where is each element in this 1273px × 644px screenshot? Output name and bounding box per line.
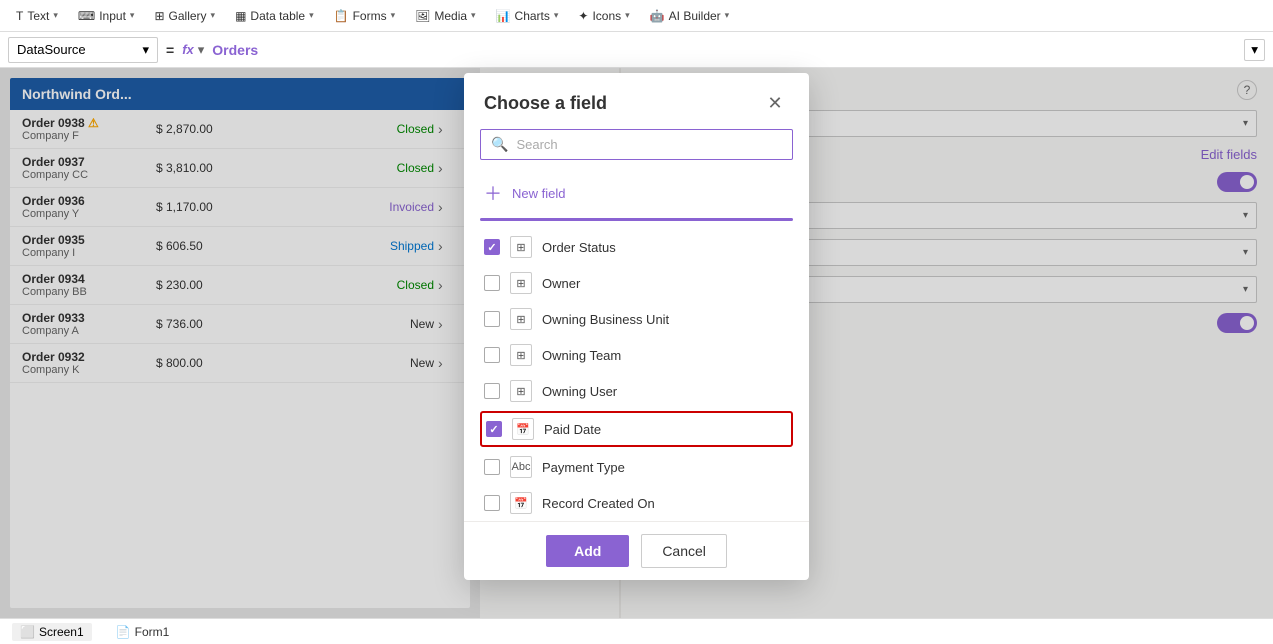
aibuilder-caret: ▾ — [725, 10, 730, 21]
toolbar: T Text ▾ ⌨ Input ▾ ⊞ Gallery ▾ ▦ Data ta… — [0, 0, 1273, 32]
choose-field-modal: Choose a field ✕ 🔍 ＋ New field ⊞ Order S… — [464, 73, 809, 580]
type-icon-owning-user: ⊞ — [510, 380, 532, 402]
field-item-owning-business-unit[interactable]: ⊞ Owning Business Unit — [480, 301, 793, 337]
modal-close-button[interactable]: ✕ — [761, 89, 789, 117]
modal-title: Choose a field — [484, 93, 607, 114]
gallery-caret: ▾ — [211, 10, 216, 21]
toolbar-media[interactable]: 🖼 Media ▾ — [407, 5, 483, 27]
checkbox-record-created-on[interactable] — [484, 495, 500, 511]
modal-footer: Add Cancel — [464, 521, 809, 580]
field-name-owning-business-unit: Owning Business Unit — [542, 312, 789, 327]
formula-expand-button[interactable]: ▾ — [1244, 39, 1265, 61]
checkbox-owner[interactable] — [484, 275, 500, 291]
plus-circle-icon: ＋ — [484, 180, 502, 206]
gallery-icon: ⊞ — [154, 9, 164, 23]
field-name-paid-date: Paid Date — [544, 422, 787, 437]
datasource-caret-icon: ▾ — [142, 42, 149, 58]
toolbar-gallery[interactable]: ⊞ Gallery ▾ — [146, 5, 223, 27]
toolbar-icons[interactable]: ✦ Icons ▾ — [570, 5, 637, 27]
field-item-owning-team[interactable]: ⊞ Owning Team — [480, 337, 793, 373]
checkbox-order-status[interactable] — [484, 239, 500, 255]
modal-overlay: Choose a field ✕ 🔍 ＋ New field ⊞ Order S… — [0, 68, 1273, 618]
type-icon-owner: ⊞ — [510, 272, 532, 294]
new-field-button[interactable]: ＋ New field — [480, 172, 793, 214]
text-caret: ▾ — [53, 10, 58, 21]
input-caret: ▾ — [130, 10, 135, 21]
checkbox-paid-date[interactable] — [486, 421, 502, 437]
screen1-tab[interactable]: ⬜ Screen1 — [12, 623, 92, 641]
toolbar-text[interactable]: T Text ▾ — [8, 5, 66, 27]
charts-icon: 📊 — [496, 9, 511, 23]
checkbox-payment-type[interactable] — [484, 459, 500, 475]
toolbar-datatable[interactable]: ▦ Data table ▾ — [227, 5, 322, 27]
main-area: Northwind Ord... Order 0938 ⚠ Company F … — [0, 68, 1273, 618]
field-name-order-status: Order Status — [542, 240, 789, 255]
field-name-owning-team: Owning Team — [542, 348, 789, 363]
field-name-owner: Owner — [542, 276, 789, 291]
screen-icon: ⬜ — [20, 625, 35, 639]
fx-box: fx ▾ — [182, 42, 204, 58]
toolbar-forms[interactable]: 📋 Forms ▾ — [326, 5, 403, 27]
fx-caret-icon: ▾ — [198, 42, 205, 58]
text-icon: T — [16, 9, 23, 23]
search-box[interactable]: 🔍 — [480, 129, 793, 160]
cancel-button[interactable]: Cancel — [641, 534, 727, 568]
toolbar-input[interactable]: ⌨ Input ▾ — [70, 5, 143, 27]
form-icon: 📄 — [116, 625, 131, 639]
modal-header: Choose a field ✕ — [464, 73, 809, 129]
checkbox-owning-user[interactable] — [484, 383, 500, 399]
divider — [480, 218, 793, 221]
icons-icon: ✦ — [578, 9, 588, 23]
forms-icon: 📋 — [334, 9, 349, 23]
field-list: ＋ New field ⊞ Order Status ⊞ Owner ⊞ Own… — [464, 172, 809, 521]
field-item-paid-date[interactable]: 📅 Paid Date — [480, 411, 793, 447]
field-item-payment-type[interactable]: Abc Payment Type — [480, 449, 793, 485]
media-caret: ▾ — [471, 10, 476, 21]
charts-caret: ▾ — [554, 10, 559, 21]
modal-field-items: ⊞ Order Status ⊞ Owner ⊞ Owning Business… — [480, 229, 793, 521]
aibuilder-icon: 🤖 — [650, 9, 665, 23]
form1-tab[interactable]: 📄 Form1 — [108, 623, 178, 641]
field-name-record-created-on: Record Created On — [542, 496, 789, 511]
equals-sign: = — [166, 42, 174, 58]
input-icon: ⌨ — [78, 9, 95, 23]
type-icon-paid-date: 📅 — [512, 418, 534, 440]
formula-right-area: ▾ — [1244, 39, 1265, 61]
datasource-selector[interactable]: DataSource ▾ — [8, 37, 158, 63]
type-icon-payment-type: Abc — [510, 456, 532, 478]
type-icon-owning-team: ⊞ — [510, 344, 532, 366]
formula-bar: DataSource ▾ = fx ▾ Orders ▾ — [0, 32, 1273, 68]
checkbox-owning-team[interactable] — [484, 347, 500, 363]
forms-caret: ▾ — [391, 10, 396, 21]
add-button[interactable]: Add — [546, 535, 629, 567]
status-bar: ⬜ Screen1 📄 Form1 — [0, 618, 1273, 644]
field-item-owning-user[interactable]: ⊞ Owning User — [480, 373, 793, 409]
formula-value: Orders — [212, 42, 258, 58]
checkbox-owning-business-unit[interactable] — [484, 311, 500, 327]
field-item-record-created-on[interactable]: 📅 Record Created On — [480, 485, 793, 521]
type-icon-owning-business-unit: ⊞ — [510, 308, 532, 330]
search-icon: 🔍 — [491, 136, 508, 153]
toolbar-charts[interactable]: 📊 Charts ▾ — [488, 5, 567, 27]
icons-caret: ▾ — [625, 10, 630, 21]
field-item-owner[interactable]: ⊞ Owner — [480, 265, 793, 301]
media-icon: 🖼 — [415, 9, 430, 23]
field-name-payment-type: Payment Type — [542, 460, 789, 475]
datatable-caret: ▾ — [309, 10, 314, 21]
fx-label: fx — [182, 42, 194, 57]
type-icon-order-status: ⊞ — [510, 236, 532, 258]
type-icon-record-created-on: 📅 — [510, 492, 532, 514]
search-input[interactable] — [516, 137, 782, 152]
toolbar-aibuilder[interactable]: 🤖 AI Builder ▾ — [642, 5, 738, 27]
datatable-icon: ▦ — [235, 9, 246, 23]
field-item-order-status[interactable]: ⊞ Order Status — [480, 229, 793, 265]
field-name-owning-user: Owning User — [542, 384, 789, 399]
